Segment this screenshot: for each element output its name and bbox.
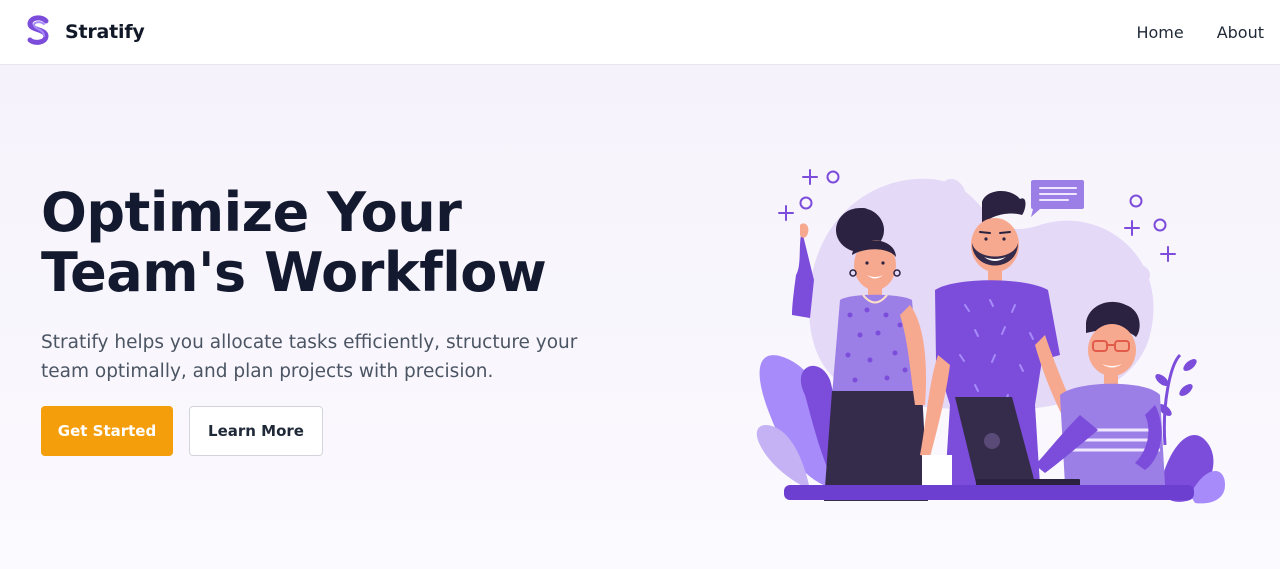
nav-link-about[interactable]: About: [1217, 23, 1264, 42]
team-illustration: [756, 169, 1225, 504]
hero-subtitle: Stratify helps you allocate tasks effici…: [41, 332, 578, 382]
learn-more-button[interactable]: Learn More: [189, 406, 323, 456]
hero-copy: Optimize Your Team's Workflow Stratify h…: [41, 183, 641, 386]
brand-name: Stratify: [65, 21, 145, 43]
cta-row: Get Started Learn More: [41, 406, 323, 456]
stratify-logo-icon: [27, 15, 49, 45]
hero-title-line-2: Team's Workflow: [41, 241, 547, 304]
nav-links: Home About: [1136, 23, 1264, 42]
get-started-button[interactable]: Get Started: [41, 406, 173, 456]
hero-title-line-1: Optimize Your: [41, 181, 462, 244]
nav-link-home[interactable]: Home: [1136, 23, 1183, 42]
navbar: Stratify Home About: [0, 0, 1280, 65]
brand[interactable]: Stratify: [25, 15, 145, 49]
hero-section: Optimize Your Team's Workflow Stratify h…: [0, 65, 1280, 569]
hero-title: Optimize Your Team's Workflow: [41, 183, 641, 303]
